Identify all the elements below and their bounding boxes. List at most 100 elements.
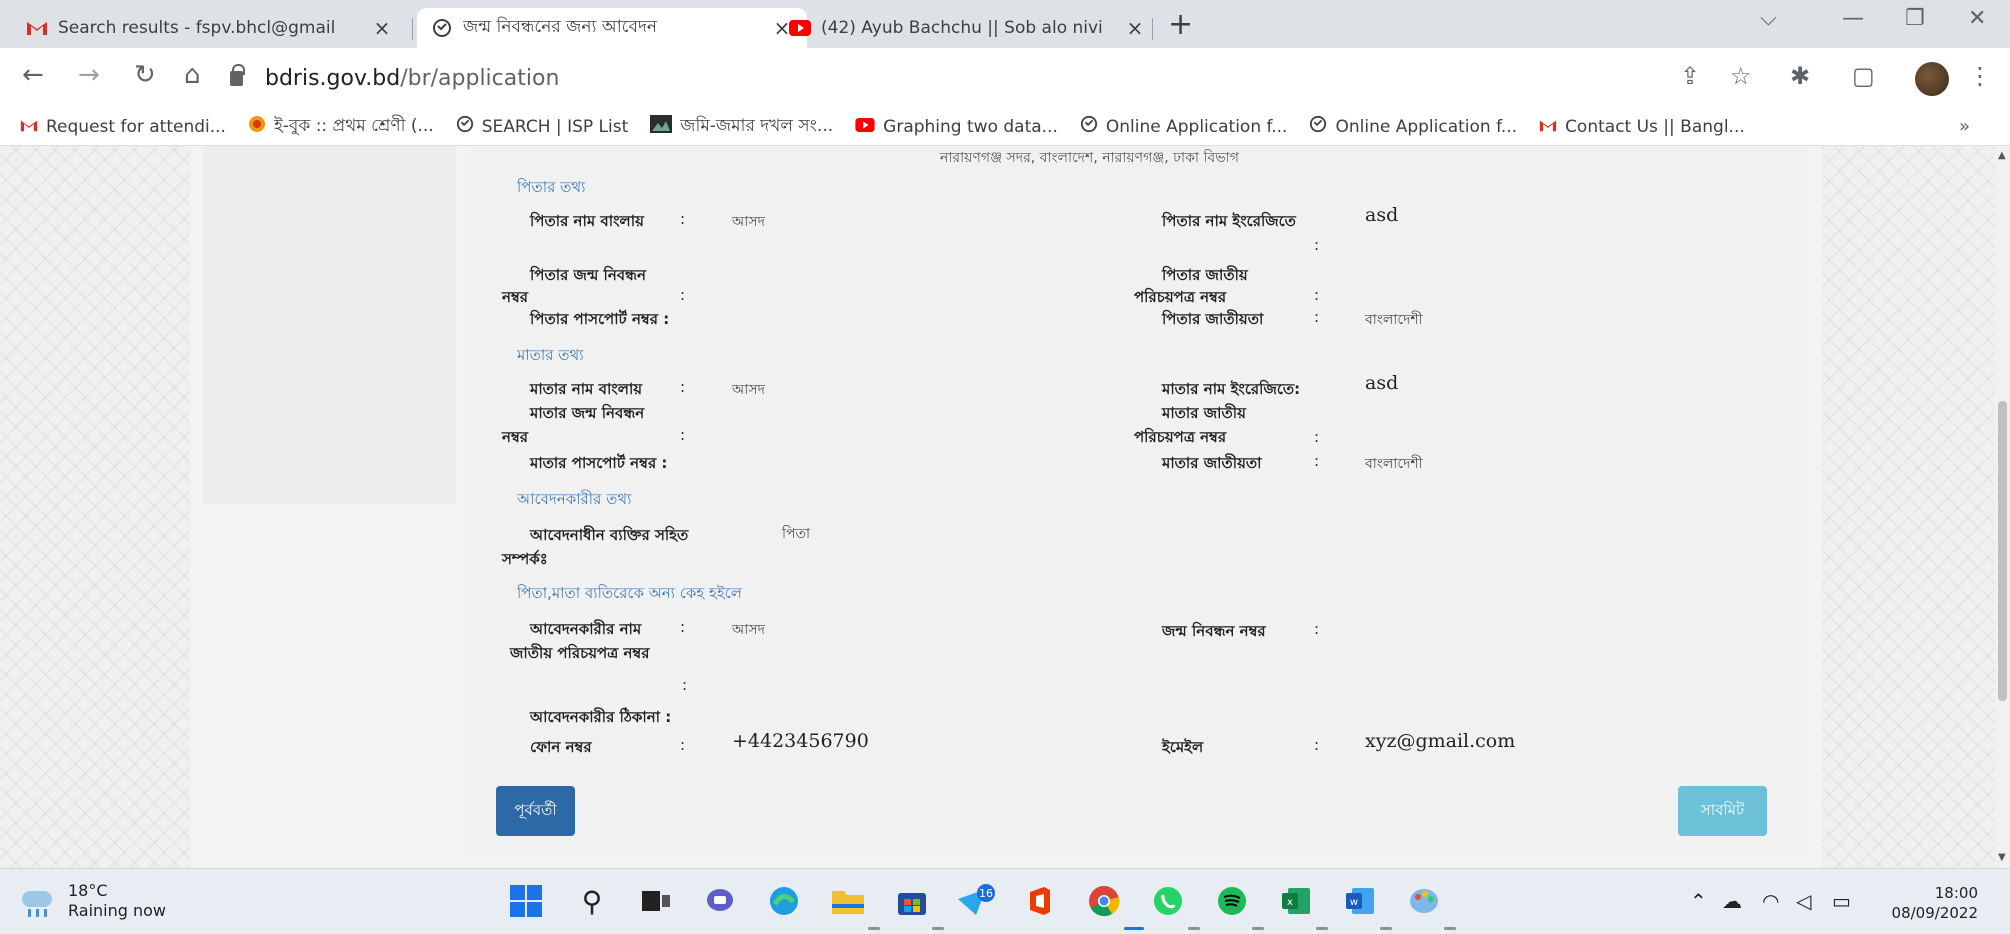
- father-name-bn-value: আসদ: [732, 214, 765, 230]
- reload-icon[interactable]: ↻: [134, 60, 156, 90]
- task-view-icon[interactable]: [636, 881, 676, 921]
- office-icon[interactable]: [1020, 881, 1060, 921]
- teams-icon[interactable]: 16: [956, 881, 996, 921]
- page-scrollbar[interactable]: ▲ ▼: [1995, 146, 2010, 868]
- onedrive-icon[interactable]: ☁: [1722, 889, 1742, 913]
- close-window-icon[interactable]: ✕: [1968, 6, 1986, 31]
- running-indicator: [1188, 927, 1200, 930]
- mother-nationality-label: মাতার জাতীয়তা: [1162, 454, 1262, 472]
- father-section-heading: পিতার তথ্য: [517, 178, 586, 196]
- rain-cloud-icon: [18, 883, 58, 919]
- new-tab-button[interactable]: +: [1168, 10, 1193, 40]
- relation-label-2: সম্পর্কঃ: [502, 550, 548, 568]
- clock-time: 18:00: [1934, 884, 1978, 902]
- weather-widget[interactable]: 18°C Raining now: [18, 881, 166, 921]
- tab-birth-registration[interactable]: জন্ম নিবন্ধনের জন্য আবেদন ×: [417, 8, 807, 48]
- colon: :: [680, 426, 686, 444]
- previous-button[interactable]: পূর্ববর্তী: [496, 786, 575, 836]
- gmail-icon: [1539, 116, 1557, 137]
- youtube-icon: [855, 116, 875, 137]
- applicant-name-label: আবেদনকারীর নাম: [530, 620, 642, 638]
- mother-brn-label-2: নম্বর: [502, 428, 529, 446]
- globe-icon: [1309, 115, 1327, 138]
- url-path: /br/application: [400, 65, 560, 91]
- side-panel-icon[interactable]: ▢: [1852, 62, 1875, 90]
- svg-text:x: x: [1287, 897, 1293, 908]
- word-icon[interactable]: w: [1340, 881, 1380, 921]
- teams-badge-count: 16: [979, 887, 993, 900]
- globe-icon: [431, 17, 453, 39]
- extensions-icon[interactable]: ✱: [1790, 62, 1810, 90]
- address-bar[interactable]: bdris.gov.bd/br/application: [230, 61, 559, 95]
- colon: :: [1314, 308, 1320, 326]
- globe-icon: [456, 115, 474, 138]
- father-passport-label: পিতার পাসপোর্ট নম্বর :: [530, 310, 670, 328]
- bookmark-item[interactable]: ই-বুক :: প্রথম শ্রেণী (...: [248, 113, 434, 141]
- bookmark-item[interactable]: SEARCH | ISP List: [456, 115, 628, 138]
- wifi-icon[interactable]: ◠: [1762, 889, 1779, 913]
- bookmark-item[interactable]: Contact Us || Bangl...: [1539, 116, 1745, 137]
- close-tab-icon[interactable]: ×: [371, 16, 393, 40]
- bookmarks-bar: Request for attendi... ই-বুক :: প্রথম শ্…: [0, 108, 2010, 146]
- chat-icon[interactable]: [700, 881, 740, 921]
- tab-youtube[interactable]: (42) Ayub Bachchu || Sob alo nivi ×: [775, 8, 1160, 48]
- colon: :: [1314, 620, 1320, 638]
- windows-taskbar: 18°C Raining now ⚲ 16 x w ⌃ ☁ ◠ ◁ ▭ 18:0…: [0, 868, 2010, 934]
- more-bookmarks-icon[interactable]: »: [1959, 116, 1970, 137]
- running-indicator-active: [1124, 927, 1144, 930]
- bookmark-item[interactable]: Request for attendi...: [20, 116, 226, 137]
- image-icon: [650, 115, 673, 138]
- bookmark-item[interactable]: Online Application f...: [1309, 115, 1517, 138]
- applicant-address-label: আবেদনকারীর ঠিকানা :: [530, 708, 672, 726]
- submit-button[interactable]: সাবমিট: [1678, 786, 1767, 836]
- tab-gmail-search[interactable]: Search results - fspv.bhcl@gmail ×: [12, 8, 407, 48]
- ebook-icon: [248, 115, 266, 138]
- colon: :: [1314, 286, 1320, 304]
- decorative-pattern-right: [1822, 146, 1995, 868]
- close-tab-icon[interactable]: ×: [1124, 16, 1146, 40]
- father-name-en-value: asd: [1365, 204, 1399, 226]
- profile-avatar[interactable]: [1915, 62, 1949, 96]
- edge-browser-icon[interactable]: [764, 881, 804, 921]
- windows-start-icon[interactable]: [506, 881, 546, 921]
- tab-search-icon[interactable]: ⌵: [1760, 6, 1777, 31]
- bookmark-item[interactable]: Online Application f...: [1080, 115, 1287, 138]
- menu-kebab-icon[interactable]: ⋮: [1968, 62, 1992, 90]
- whatsapp-icon[interactable]: [1148, 881, 1188, 921]
- restore-icon[interactable]: ❐: [1905, 6, 1925, 31]
- relation-label: আবেদনাধীন ব্যক্তির সহিত: [530, 526, 689, 544]
- decorative-pattern-left: [0, 146, 190, 868]
- running-indicator: [1252, 927, 1264, 930]
- system-clock[interactable]: 18:00 08/09/2022: [1848, 883, 1978, 923]
- scroll-up-icon[interactable]: ▲: [1998, 150, 2006, 161]
- excel-icon[interactable]: x: [1276, 881, 1316, 921]
- mother-name-en-value: asd: [1365, 372, 1399, 394]
- spotify-icon[interactable]: [1212, 881, 1252, 921]
- email-value: xyz@gmail.com: [1365, 730, 1516, 752]
- chrome-icon[interactable]: [1084, 881, 1124, 921]
- home-icon[interactable]: ⌂: [184, 60, 201, 90]
- bookmark-item[interactable]: জমি-জমার দখল সং...: [650, 113, 833, 141]
- phone-label: ফোন নম্বর: [530, 738, 592, 756]
- forward-icon[interactable]: →: [78, 60, 100, 90]
- gmail-icon: [26, 17, 48, 39]
- youtube-icon: [789, 17, 811, 39]
- bookmark-item[interactable]: Graphing two data...: [855, 116, 1058, 137]
- volume-icon[interactable]: ◁: [1796, 889, 1811, 913]
- scrollbar-thumb[interactable]: [1998, 401, 2007, 701]
- file-explorer-icon[interactable]: [828, 881, 868, 921]
- back-icon[interactable]: ←: [22, 60, 44, 90]
- bookmark-star-icon[interactable]: ☆: [1730, 62, 1752, 90]
- paint-icon[interactable]: [1404, 881, 1444, 921]
- running-indicator: [1380, 927, 1392, 930]
- svg-text:w: w: [1350, 897, 1358, 908]
- clock-date: 08/09/2022: [1891, 904, 1978, 922]
- show-hidden-icons-icon[interactable]: ⌃: [1690, 889, 1707, 913]
- running-indicator: [932, 927, 944, 930]
- colon: :: [680, 378, 686, 396]
- search-icon[interactable]: ⚲: [572, 881, 612, 921]
- store-icon[interactable]: [892, 881, 932, 921]
- scroll-down-icon[interactable]: ▼: [1998, 852, 2006, 863]
- share-icon[interactable]: ⇪: [1680, 62, 1700, 90]
- minimize-icon[interactable]: —: [1842, 6, 1864, 31]
